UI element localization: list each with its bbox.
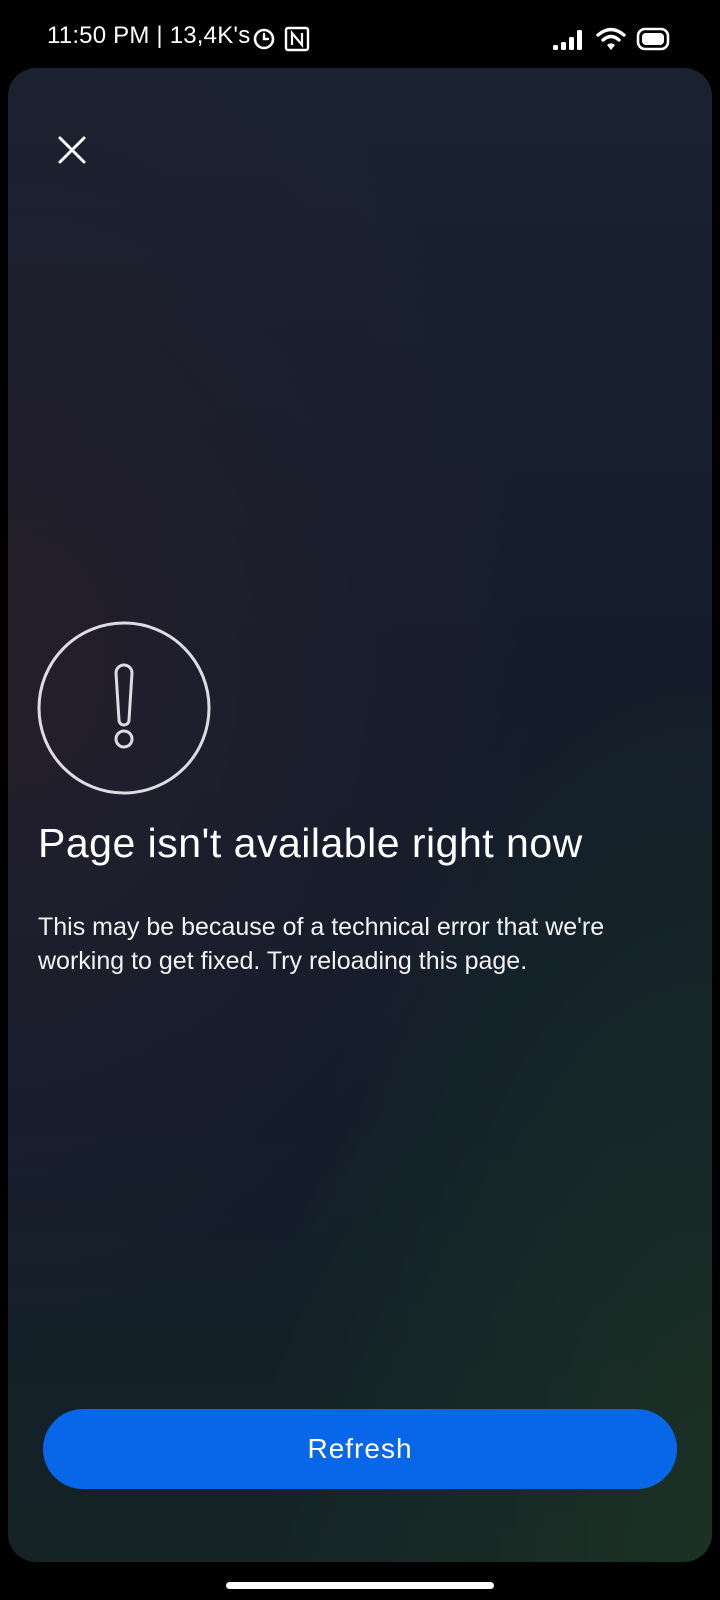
nfc-icon <box>284 26 310 52</box>
alarm-icon <box>253 28 275 50</box>
status-icons-left <box>252 26 310 52</box>
error-message: This may be because of a technical error… <box>38 913 605 975</box>
error-sheet: Page isn't available right now This may … <box>8 68 712 1562</box>
error-title: Page isn't available right now <box>38 820 583 866</box>
home-indicator[interactable] <box>226 1582 494 1589</box>
status-icons-right <box>552 24 670 54</box>
refresh-button[interactable]: Refresh <box>43 1409 677 1489</box>
battery-icon <box>636 27 670 51</box>
close-icon <box>58 136 86 164</box>
exclamation-circle-icon <box>37 621 211 795</box>
signal-icon <box>553 30 582 50</box>
status-bar: 11:50 PM | 13,4K's <box>0 0 720 68</box>
status-time-and-speed: 11:50 PM | 13,4K's <box>47 22 251 49</box>
wifi-icon <box>596 27 626 50</box>
close-button[interactable] <box>44 122 100 178</box>
